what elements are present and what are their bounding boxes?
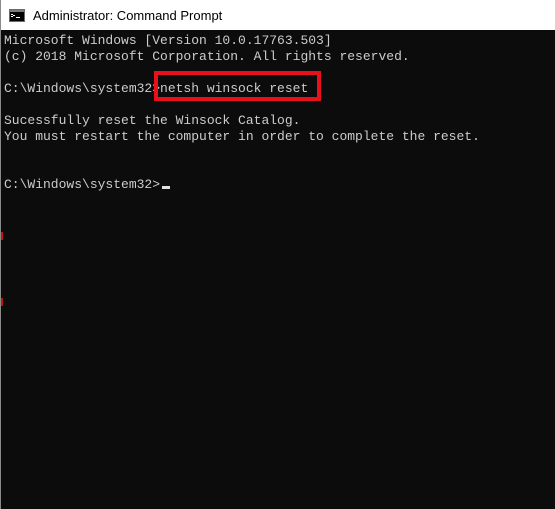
command-prompt-icon xyxy=(9,8,25,22)
console-output[interactable]: Microsoft Windows [Version 10.0.17763.50… xyxy=(1,30,555,509)
command-prompt-window: Administrator: Command Prompt Microsoft … xyxy=(0,0,555,509)
edge-marker xyxy=(1,298,3,306)
console-line: Sucessfully reset the Winsock Catalog. xyxy=(4,113,301,128)
console-line: You must restart the computer in order t… xyxy=(4,129,480,144)
console-line: (c) 2018 Microsoft Corporation. All righ… xyxy=(4,49,410,64)
console-line: Microsoft Windows [Version 10.0.17763.50… xyxy=(4,33,332,48)
command-highlight-box xyxy=(154,71,321,101)
window-title: Administrator: Command Prompt xyxy=(33,7,223,23)
edge-marker xyxy=(1,232,3,240)
console-prompt-line: C:\Windows\system32> xyxy=(4,177,161,192)
title-bar[interactable]: Administrator: Command Prompt xyxy=(1,0,555,30)
text-cursor xyxy=(162,186,170,189)
